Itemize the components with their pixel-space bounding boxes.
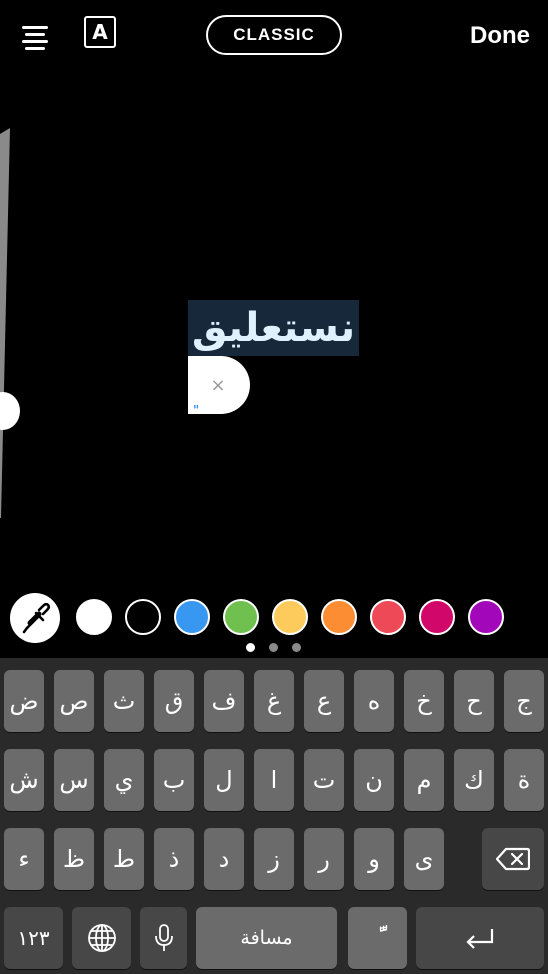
letter-key[interactable]: ت: [304, 749, 344, 811]
color-swatch[interactable]: [321, 599, 357, 635]
letter-key[interactable]: ذ: [154, 828, 194, 890]
globe-key[interactable]: [72, 907, 131, 969]
numbers-key[interactable]: ١٢٣: [4, 907, 63, 969]
text-cursor: ": [193, 403, 200, 417]
color-swatch[interactable]: [76, 599, 112, 635]
text-align-icon[interactable]: [22, 24, 48, 50]
globe-icon: [87, 924, 116, 952]
font-style-button[interactable]: CLASSIC: [206, 15, 342, 55]
page-dot-2: [269, 643, 278, 652]
diacritic-key[interactable]: ًّ: [348, 907, 407, 969]
letter-key[interactable]: ظ: [54, 828, 94, 890]
arabic-keyboard: ضصثقفغعهخحج شسيبلاتنمكة ءظطذدزروى ١٢٣ مس…: [0, 658, 548, 974]
letter-key[interactable]: د: [204, 828, 244, 890]
letter-key[interactable]: ض: [4, 670, 44, 732]
eyedropper-icon: [22, 602, 51, 634]
color-swatch[interactable]: [419, 599, 455, 635]
microphone-icon: [154, 924, 173, 951]
letter-key[interactable]: ا: [254, 749, 294, 811]
dictation-key[interactable]: [140, 907, 187, 969]
text-size-slider[interactable]: [0, 128, 12, 518]
letter-key[interactable]: ط: [104, 828, 144, 890]
text-background-icon[interactable]: A: [84, 16, 116, 48]
backspace-icon: [496, 847, 530, 871]
color-swatch[interactable]: [468, 599, 504, 635]
letter-key[interactable]: ى: [404, 828, 444, 890]
letter-key[interactable]: خ: [404, 670, 444, 732]
color-palette: [0, 593, 548, 643]
color-swatch[interactable]: [223, 599, 259, 635]
page-dot-3: [292, 643, 301, 652]
letter-key[interactable]: ص: [54, 670, 94, 732]
palette-page-indicator: [0, 640, 548, 654]
letter-key[interactable]: ل: [204, 749, 244, 811]
letter-key[interactable]: ق: [154, 670, 194, 732]
color-swatch[interactable]: [174, 599, 210, 635]
letter-key[interactable]: ب: [154, 749, 194, 811]
page-dot-1: [246, 643, 255, 652]
letter-key[interactable]: غ: [254, 670, 294, 732]
space-key[interactable]: مسافة: [196, 907, 337, 969]
letter-key[interactable]: ر: [304, 828, 344, 890]
letter-key[interactable]: ش: [4, 749, 44, 811]
return-key[interactable]: [416, 907, 544, 969]
letter-key[interactable]: س: [54, 749, 94, 811]
color-swatch[interactable]: [272, 599, 308, 635]
letter-key[interactable]: ف: [204, 670, 244, 732]
letter-key[interactable]: ث: [104, 670, 144, 732]
editor-toolbar: A CLASSIC Done: [0, 0, 548, 80]
letter-key[interactable]: م: [404, 749, 444, 811]
story-text[interactable]: نستعليق: [188, 300, 359, 356]
letter-key[interactable]: ي: [104, 749, 144, 811]
letter-key[interactable]: ج: [504, 670, 544, 732]
close-icon[interactable]: ×: [210, 372, 226, 398]
letter-key[interactable]: ز: [254, 828, 294, 890]
letter-key[interactable]: ة: [504, 749, 544, 811]
letter-key[interactable]: ء: [4, 828, 44, 890]
done-button[interactable]: Done: [470, 22, 530, 50]
letter-key[interactable]: ع: [304, 670, 344, 732]
text-size-slider-knob[interactable]: [0, 392, 20, 430]
color-swatch[interactable]: [125, 599, 161, 635]
letter-key[interactable]: ك: [454, 749, 494, 811]
eyedropper-button[interactable]: [10, 593, 60, 643]
color-swatch[interactable]: [370, 599, 406, 635]
letter-key[interactable]: ن: [354, 749, 394, 811]
backspace-key[interactable]: [482, 828, 544, 890]
letter-key[interactable]: ه: [354, 670, 394, 732]
letter-key[interactable]: ح: [454, 670, 494, 732]
letter-key[interactable]: و: [354, 828, 394, 890]
return-icon: [466, 929, 494, 949]
